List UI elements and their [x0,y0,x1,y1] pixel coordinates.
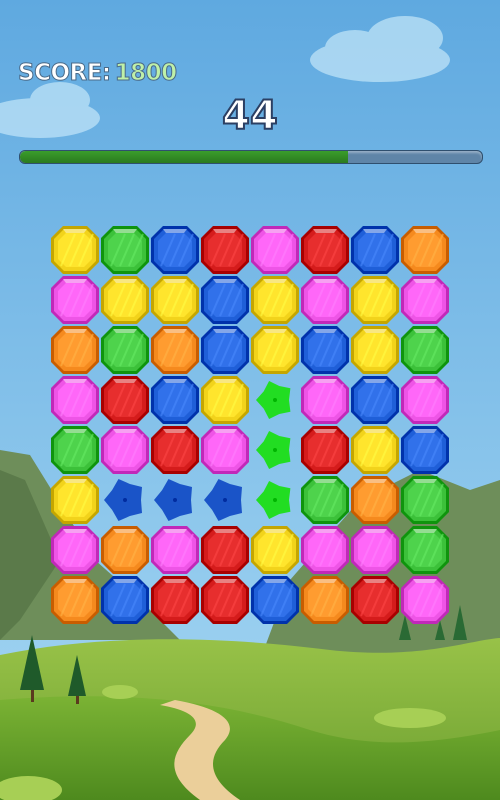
green-gem[interactable] [301,476,349,524]
pink-gem[interactable] [301,376,349,424]
yellow-gem[interactable] [51,226,99,274]
gem-board[interactable] [0,0,500,800]
blue-gem[interactable] [201,326,249,374]
green-gem[interactable] [401,526,449,574]
red-gem[interactable] [151,426,199,474]
orange-gem[interactable] [151,326,199,374]
yellow-gem[interactable] [251,326,299,374]
orange-gem[interactable] [51,576,99,624]
green-gem[interactable] [101,326,149,374]
pink-gem[interactable] [201,426,249,474]
blue-gem[interactable] [251,576,299,624]
yellow-gem[interactable] [201,376,249,424]
green-splash-effect [256,431,291,469]
pink-gem[interactable] [401,576,449,624]
pink-gem[interactable] [401,376,449,424]
blue-gem[interactable] [151,226,199,274]
green-splash-effect [256,481,291,519]
blue-gem[interactable] [401,426,449,474]
yellow-gem[interactable] [151,276,199,324]
blue-gem[interactable] [301,326,349,374]
yellow-gem[interactable] [251,526,299,574]
orange-gem[interactable] [401,226,449,274]
blue-splash-effect [104,479,142,521]
red-gem[interactable] [351,576,399,624]
pink-gem[interactable] [51,376,99,424]
red-gem[interactable] [201,576,249,624]
green-gem[interactable] [101,226,149,274]
blue-gem[interactable] [101,576,149,624]
blue-splash-effect [204,479,242,521]
orange-gem[interactable] [351,476,399,524]
green-gem[interactable] [51,426,99,474]
red-gem[interactable] [301,426,349,474]
red-gem[interactable] [201,526,249,574]
blue-splash-effect [154,479,192,521]
yellow-gem[interactable] [351,326,399,374]
pink-gem[interactable] [51,526,99,574]
red-gem[interactable] [301,226,349,274]
pink-gem[interactable] [401,276,449,324]
pink-gem[interactable] [301,526,349,574]
pink-gem[interactable] [301,276,349,324]
green-splash-effect [256,381,291,419]
red-gem[interactable] [151,576,199,624]
green-gem[interactable] [401,476,449,524]
yellow-gem[interactable] [101,276,149,324]
yellow-gem[interactable] [351,276,399,324]
green-gem[interactable] [401,326,449,374]
orange-gem[interactable] [301,576,349,624]
orange-gem[interactable] [51,326,99,374]
blue-gem[interactable] [201,276,249,324]
yellow-gem[interactable] [51,476,99,524]
blue-gem[interactable] [351,226,399,274]
yellow-gem[interactable] [251,276,299,324]
pink-gem[interactable] [101,426,149,474]
red-gem[interactable] [201,226,249,274]
pink-gem[interactable] [51,276,99,324]
yellow-gem[interactable] [351,426,399,474]
red-gem[interactable] [101,376,149,424]
pink-gem[interactable] [251,226,299,274]
orange-gem[interactable] [101,526,149,574]
pink-gem[interactable] [351,526,399,574]
pink-gem[interactable] [151,526,199,574]
blue-gem[interactable] [351,376,399,424]
blue-gem[interactable] [151,376,199,424]
